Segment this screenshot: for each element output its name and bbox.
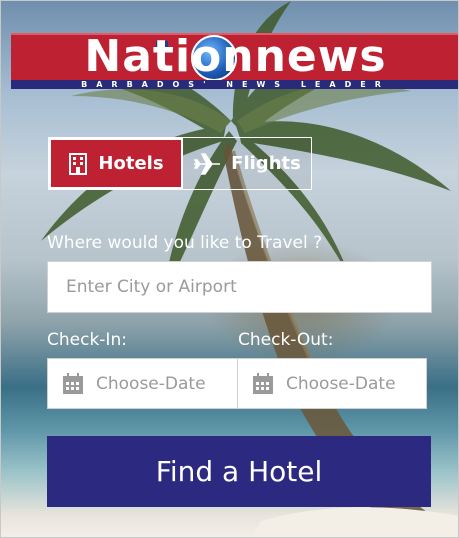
airplane-icon [193, 152, 221, 175]
building-icon [69, 152, 88, 175]
find-hotel-button[interactable]: Find a Hotel [47, 436, 431, 507]
tab-flights[interactable]: Flights [183, 138, 311, 189]
tab-hotels-label: Hotels [98, 153, 164, 174]
destination-input[interactable] [47, 261, 432, 313]
tagline-bar: BARBADOS' NEWS LEADER [11, 80, 458, 89]
destination-label: Where would you like to Travel ? [47, 233, 323, 253]
date-range-fields: Choose-Date Choose-Date [47, 358, 427, 409]
search-type-tabs: Hotels Flights [48, 137, 312, 190]
calendar-icon [253, 372, 273, 394]
masthead-banner: Nationnews BARBADOS' NEWS LEADER [11, 32, 458, 89]
checkin-date-field[interactable]: Choose-Date [48, 359, 237, 408]
hotel-search-widget: Nationnews BARBADOS' NEWS LEADER Hotels … [0, 0, 459, 538]
checkout-placeholder: Choose-Date [286, 373, 396, 394]
tab-hotels[interactable]: Hotels [49, 138, 183, 189]
checkout-date-field[interactable]: Choose-Date [237, 359, 426, 408]
tab-flights-label: Flights [231, 153, 301, 174]
checkin-placeholder: Choose-Date [96, 373, 206, 394]
checkin-label: Check-In: [47, 330, 127, 350]
site-logo[interactable]: Nationnews [11, 32, 458, 82]
checkout-label: Check-Out: [238, 330, 334, 350]
site-tagline: BARBADOS' NEWS LEADER [81, 80, 390, 89]
calendar-icon [63, 372, 83, 394]
